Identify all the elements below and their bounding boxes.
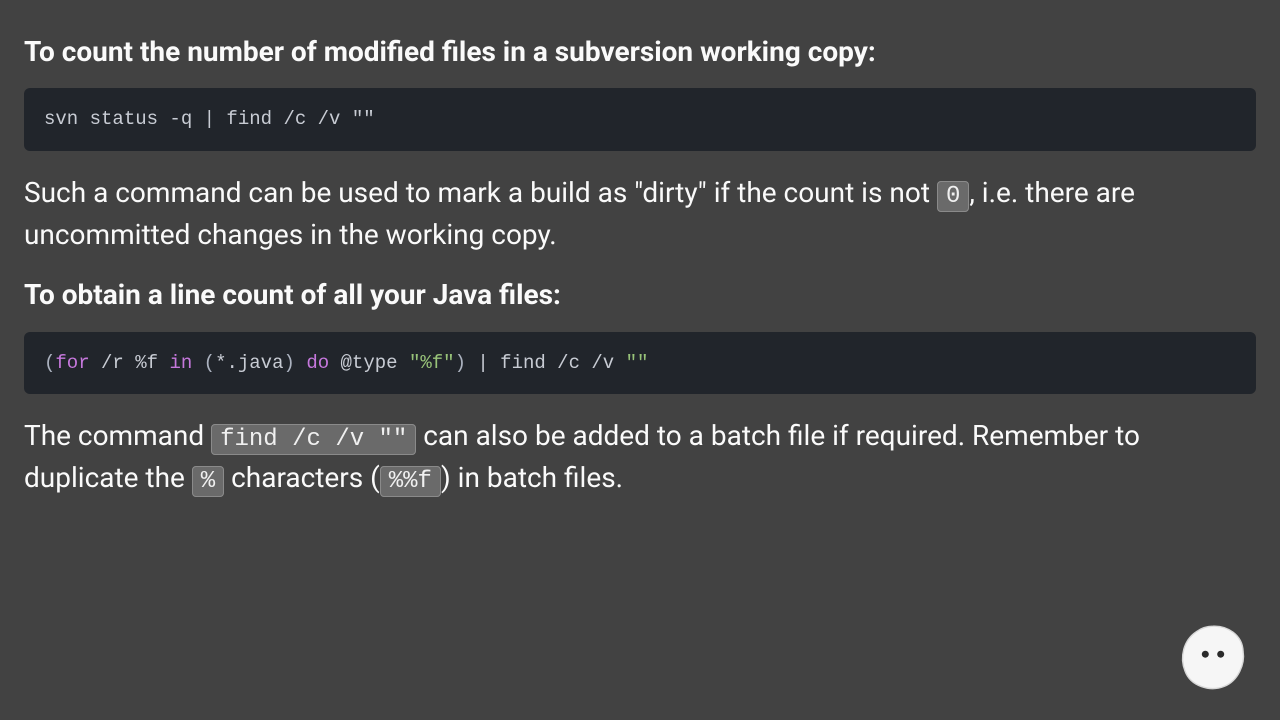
text: characters ( bbox=[224, 461, 380, 494]
codeblock-svn-count: svn status -q | find /c /v "" bbox=[24, 88, 1256, 151]
text: The command bbox=[24, 419, 211, 452]
text: Such a command can be used to mark a bui… bbox=[24, 176, 937, 209]
code-string: "" bbox=[626, 352, 649, 374]
code-keyword-for: for bbox=[55, 352, 89, 374]
code-keyword-in: in bbox=[169, 352, 192, 374]
code-text: svn status -q | find /c /v "" bbox=[44, 108, 375, 130]
text: ) in batch files. bbox=[441, 461, 623, 494]
codeblock-java-linecount: (for /r %f in (*.java) do @type "%f") | … bbox=[24, 332, 1256, 395]
code-text: | find /c /v bbox=[466, 352, 626, 374]
inline-code-percent-f: %%f bbox=[380, 466, 441, 497]
code-text bbox=[192, 352, 203, 374]
code-string: "%f" bbox=[409, 352, 455, 374]
code-text bbox=[295, 352, 306, 374]
inline-code-find: find /c /v "" bbox=[211, 424, 416, 455]
code-text: @type bbox=[329, 352, 409, 374]
code-text: ) bbox=[284, 352, 295, 374]
code-text: ( bbox=[204, 352, 215, 374]
code-text: /r %f bbox=[90, 352, 170, 374]
code-text: ( bbox=[44, 352, 55, 374]
paragraph-batch-file: The command find /c /v "" can also be ad… bbox=[24, 416, 1256, 500]
paragraph-dirty-build: Such a command can be used to mark a bui… bbox=[24, 173, 1256, 255]
heading-java-linecount: To obtain a line count of all your Java … bbox=[24, 277, 1256, 313]
code-keyword-do: do bbox=[306, 352, 329, 374]
heading-svn-count: To count the number of modified files in… bbox=[24, 34, 1256, 70]
code-text: ) bbox=[455, 352, 466, 374]
code-text: *.java bbox=[215, 352, 283, 374]
avatar-blob-icon bbox=[1178, 622, 1248, 692]
inline-code-percent: % bbox=[192, 466, 224, 497]
inline-code-zero: 0 bbox=[937, 181, 969, 212]
